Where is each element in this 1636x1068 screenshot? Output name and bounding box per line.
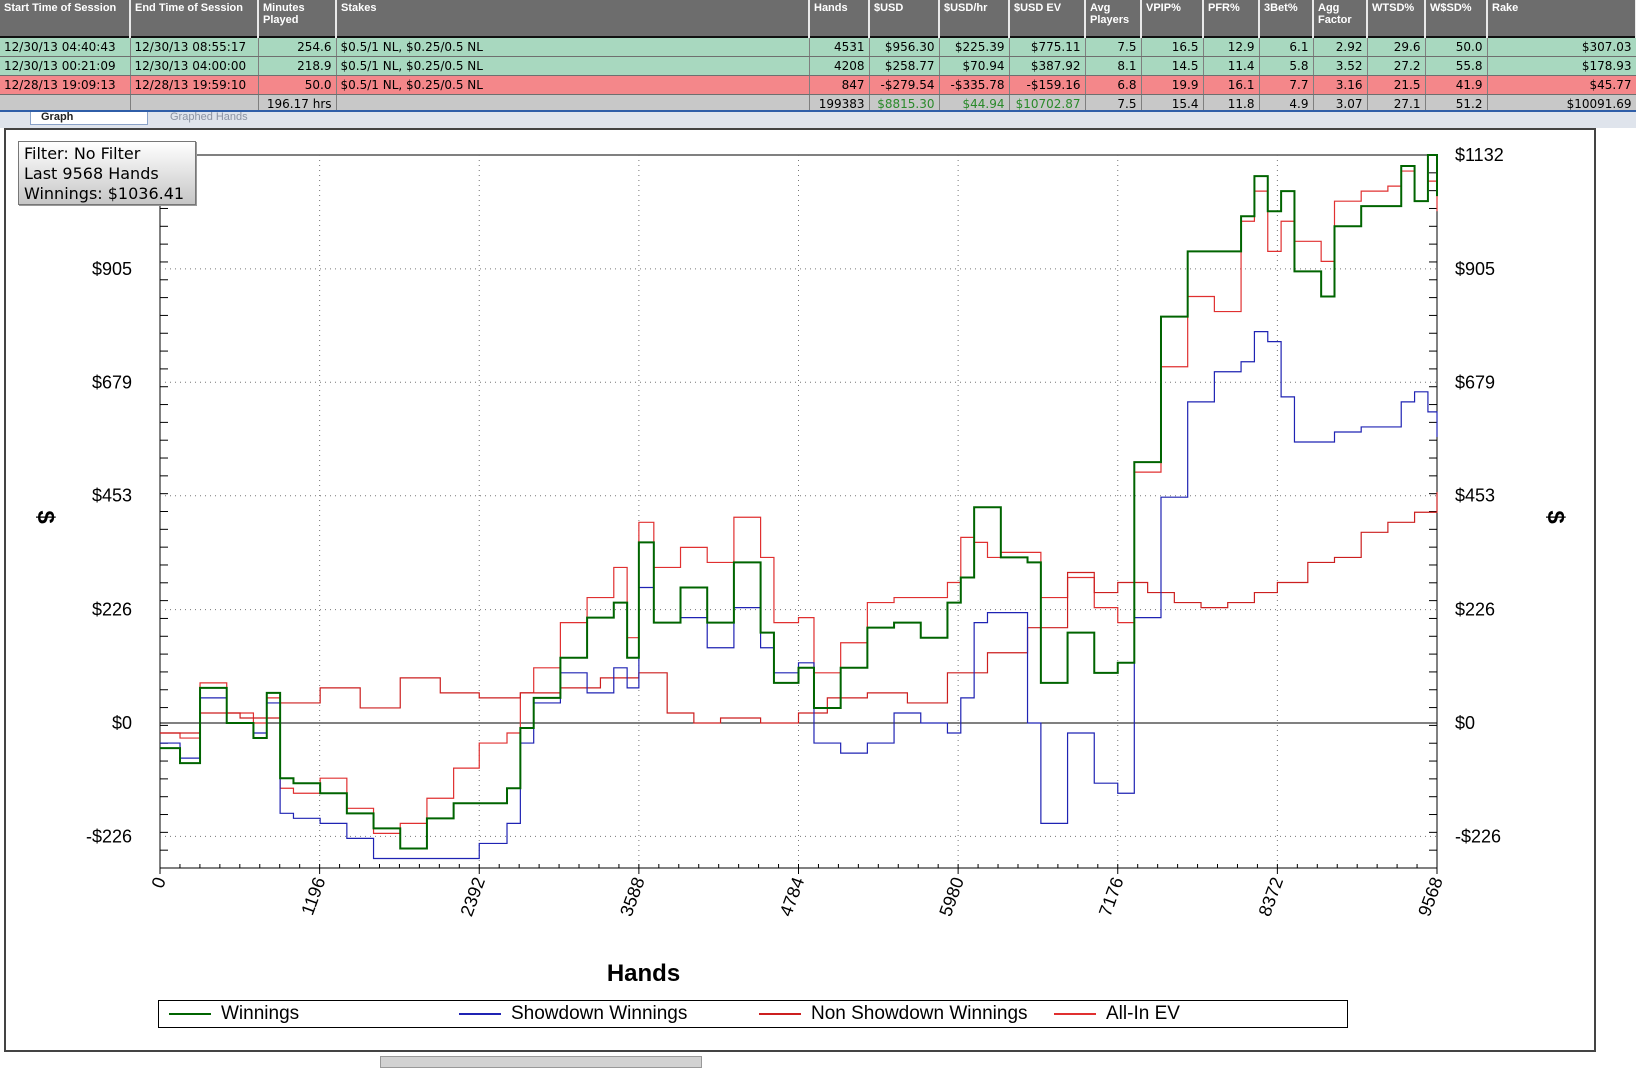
x-tick-label: 8372 — [1255, 875, 1287, 919]
filter-label: Filter: No Filter — [24, 144, 141, 163]
y-tick-label-right: $453 — [1455, 486, 1495, 506]
y-tick-label-left: $905 — [92, 259, 132, 279]
winnings-total-label: Winnings: $1036.41 — [24, 184, 185, 203]
y-tick-label-left: $226 — [92, 600, 132, 620]
y-tick-label-right: $905 — [1455, 259, 1495, 279]
x-axis-title: Hands — [607, 960, 680, 987]
legend-item-non-showdown: Non Showdown Winnings — [759, 1004, 1028, 1024]
x-tick-label: 5980 — [935, 875, 967, 919]
x-tick-label: 2392 — [457, 875, 489, 919]
plot-area — [159, 154, 1438, 869]
x-tick-label: 9568 — [1414, 875, 1446, 919]
y-tick-label-left: $679 — [92, 372, 132, 392]
y-tick-label-left: -$226 — [86, 826, 132, 846]
legend-item-showdown: Showdown Winnings — [459, 1004, 687, 1024]
y-tick-label-right: $679 — [1455, 372, 1495, 392]
y-tick-label-right: $226 — [1455, 600, 1495, 620]
legend-item-winnings: Winnings — [169, 1004, 299, 1024]
horizontal-scrollbar[interactable] — [380, 1056, 702, 1068]
x-tick-label: 0 — [148, 875, 170, 891]
y-axis-title-right: $ — [1542, 510, 1569, 524]
filter-summary-box: Filter: No Filter Last 9568 Hands Winnin… — [18, 141, 196, 205]
y-tick-label-right: -$226 — [1455, 826, 1501, 846]
legend-item-allin-ev: All-In EV — [1054, 1004, 1180, 1024]
x-tick-label: 3588 — [616, 875, 648, 919]
chart-legend: Winnings Showdown Winnings Non Showdown … — [158, 1000, 1348, 1028]
winnings-chart: 0 1196 2392 3588 4784 5980 7176 8372 9568 -$226 -$… — [32, 145, 1569, 987]
x-tick-label: 7176 — [1095, 875, 1127, 919]
hands-count-label: Last 9568 Hands — [24, 164, 159, 183]
x-tick-label: 1196 — [297, 875, 329, 918]
y-tick-label-left: $0 — [112, 713, 132, 733]
y-axis-title-left: $ — [32, 510, 59, 524]
x-tick-label: 4784 — [776, 875, 808, 919]
y-tick-label-left: $453 — [92, 486, 132, 506]
y-tick-label-right: $1132 — [1455, 145, 1504, 165]
y-tick-label-right: $0 — [1455, 713, 1475, 733]
